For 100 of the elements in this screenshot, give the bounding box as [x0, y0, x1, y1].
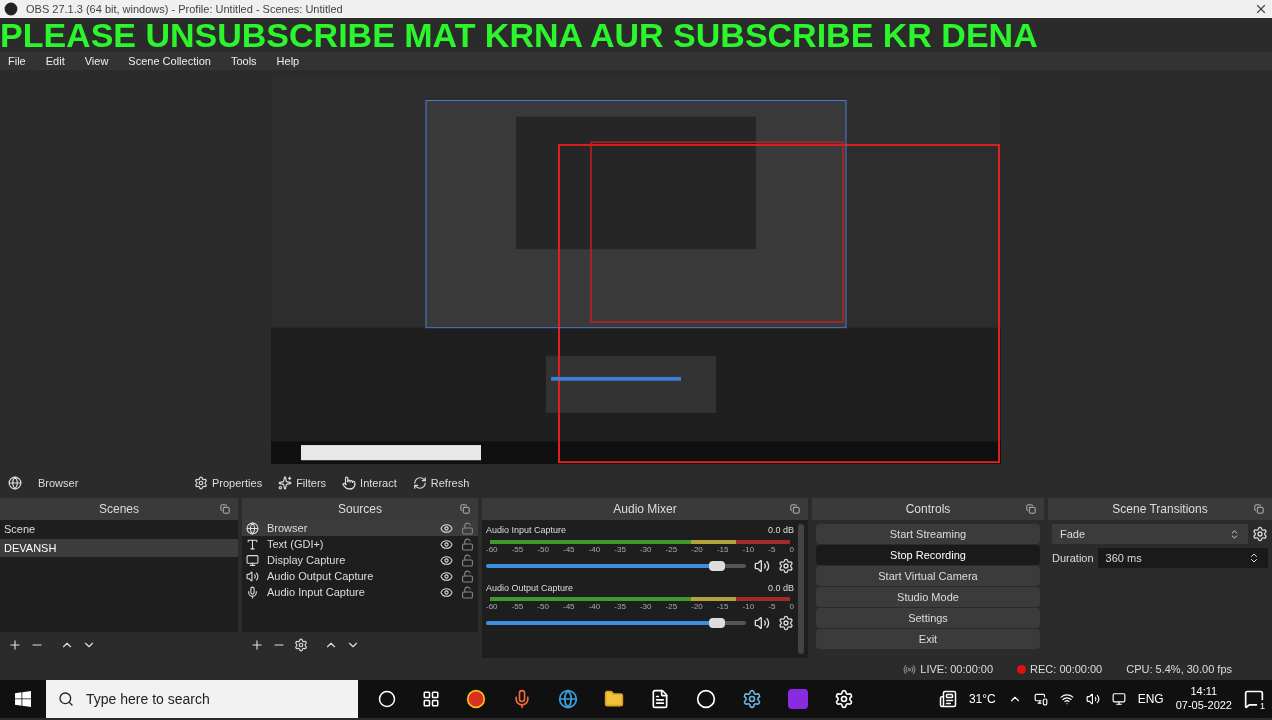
add-icon[interactable]	[250, 638, 264, 652]
scrollbar[interactable]	[798, 524, 804, 654]
meter-tick-label: -55	[511, 543, 524, 556]
microphone-app-icon[interactable]	[512, 689, 532, 709]
eye-icon[interactable]	[440, 585, 453, 599]
undock-icon[interactable]	[1026, 504, 1036, 514]
meter-tick-label: -60	[486, 601, 498, 613]
eye-icon[interactable]	[440, 521, 453, 535]
language-indicator[interactable]: ENG	[1137, 690, 1164, 708]
source-name: Browser	[267, 520, 309, 536]
windows-logo-icon[interactable]	[15, 691, 31, 707]
menu-item[interactable]: View	[84, 52, 109, 70]
settings-icon[interactable]	[294, 638, 308, 652]
meter-tick-label: -35	[614, 601, 626, 613]
meter-tick-label: -20	[691, 601, 703, 613]
slider-thumb[interactable]	[709, 618, 726, 628]
settings-icon[interactable]	[778, 557, 794, 574]
toolbar-button[interactable]: Interact	[336, 470, 403, 496]
unlocked-icon[interactable]	[461, 585, 474, 599]
network-icon[interactable]	[1059, 692, 1074, 706]
folder-icon[interactable]	[604, 689, 624, 709]
edge-app-icon[interactable]	[558, 689, 578, 709]
unlocked-icon[interactable]	[461, 521, 474, 535]
control-button[interactable]: Settings	[816, 608, 1040, 628]
add-icon[interactable]	[8, 638, 22, 652]
source-item[interactable]: Browser	[242, 520, 478, 536]
volume-icon[interactable]	[1085, 692, 1100, 706]
duration-field[interactable]: 360 ms	[1097, 548, 1268, 568]
eye-icon[interactable]	[440, 553, 453, 567]
meter-tick-label: -15	[716, 601, 729, 613]
meter-tick-label: -10	[742, 543, 755, 556]
meter-tick-label: -50	[537, 601, 549, 613]
weather-text[interactable]: 31°C	[968, 690, 996, 708]
refresh-icon	[412, 476, 427, 490]
meter-tick-label: -40	[588, 601, 601, 613]
control-button[interactable]: Start Virtual Camera	[816, 566, 1040, 586]
cpu-status: CPU: 5.4%, 30.00 fps	[1126, 661, 1232, 677]
meter-tick-label: -30	[639, 543, 652, 556]
device-icon[interactable]	[1033, 692, 1048, 706]
menu-item[interactable]: Tools	[230, 52, 257, 70]
toolbar-button[interactable]: Properties	[188, 470, 269, 496]
source-item[interactable]: Audio Output Capture	[242, 568, 478, 584]
dock-title: Scenes	[99, 501, 139, 518]
clock-time[interactable]: 14:11	[1190, 685, 1218, 699]
spinner-arrows-icon[interactable]	[1248, 552, 1260, 564]
channel-name: Audio Output Capture	[486, 581, 574, 595]
eye-icon[interactable]	[440, 537, 453, 551]
control-button[interactable]: Exit	[816, 629, 1040, 649]
unlocked-icon[interactable]	[461, 537, 474, 551]
undock-icon[interactable]	[220, 504, 230, 514]
dock-title: Scene Transitions	[1112, 501, 1208, 518]
undock-icon[interactable]	[790, 504, 800, 514]
toolbar-button[interactable]: Refresh	[406, 470, 476, 496]
source-item[interactable]: Text (GDI+)	[242, 536, 478, 552]
menu-item[interactable]: Scene Collection	[128, 52, 211, 70]
control-button[interactable]: Studio Mode	[816, 587, 1040, 607]
volume-slider[interactable]	[486, 618, 746, 628]
dock-title: Controls	[905, 501, 951, 518]
task-view-icon[interactable]	[422, 690, 440, 708]
control-button[interactable]: Start Streaming	[816, 524, 1040, 544]
display-icon[interactable]	[1111, 692, 1126, 706]
taskbar-search-box[interactable]: Type here to search	[46, 680, 358, 718]
clock-date[interactable]: 07-05-2022	[1175, 699, 1232, 713]
properties-icon	[194, 476, 208, 490]
unlocked-icon[interactable]	[461, 553, 474, 567]
transition-select[interactable]: Fade	[1052, 524, 1248, 544]
undock-icon[interactable]	[460, 504, 470, 514]
browser-app-icon[interactable]	[466, 689, 486, 709]
search-icon	[58, 691, 74, 707]
source-name: Audio Output Capture	[267, 568, 375, 584]
meter-tick-label: -5	[768, 601, 776, 613]
source-item[interactable]: Display Capture	[242, 552, 478, 568]
control-button[interactable]: Stop Recording	[816, 545, 1040, 565]
source-item[interactable]: Audio Input Capture	[242, 584, 478, 600]
menu-item[interactable]: Edit	[45, 52, 65, 70]
settings-icon[interactable]	[778, 615, 794, 631]
meter-tick-label: -15	[716, 543, 729, 556]
eye-icon[interactable]	[440, 569, 453, 583]
settings-icon[interactable]	[1252, 526, 1268, 542]
close-icon[interactable]	[1254, 2, 1268, 16]
toolbar-button[interactable]: Filters	[272, 470, 333, 496]
undock-icon[interactable]	[1254, 504, 1264, 514]
meter-tick-label: -30	[639, 601, 652, 613]
volume-slider[interactable]	[486, 560, 746, 571]
news-icon[interactable]	[938, 690, 957, 708]
dock-title: Audio Mixer	[613, 501, 677, 518]
cortana-icon[interactable]	[378, 690, 396, 708]
speaker-icon[interactable]	[754, 557, 770, 574]
interact-icon	[342, 476, 357, 490]
globe-icon	[8, 476, 22, 490]
meter-tick-label: -5	[768, 543, 776, 556]
file-icon[interactable]	[650, 689, 670, 709]
source-name: Display Capture	[267, 552, 347, 568]
duration-label: Duration	[1052, 550, 1094, 566]
speaker-icon[interactable]	[754, 615, 770, 631]
slider-thumb[interactable]	[709, 560, 726, 571]
source-type-icon	[246, 521, 259, 535]
unlocked-icon[interactable]	[461, 569, 474, 583]
menu-item[interactable]: File	[8, 52, 26, 70]
menu-item[interactable]: Help	[276, 52, 300, 70]
